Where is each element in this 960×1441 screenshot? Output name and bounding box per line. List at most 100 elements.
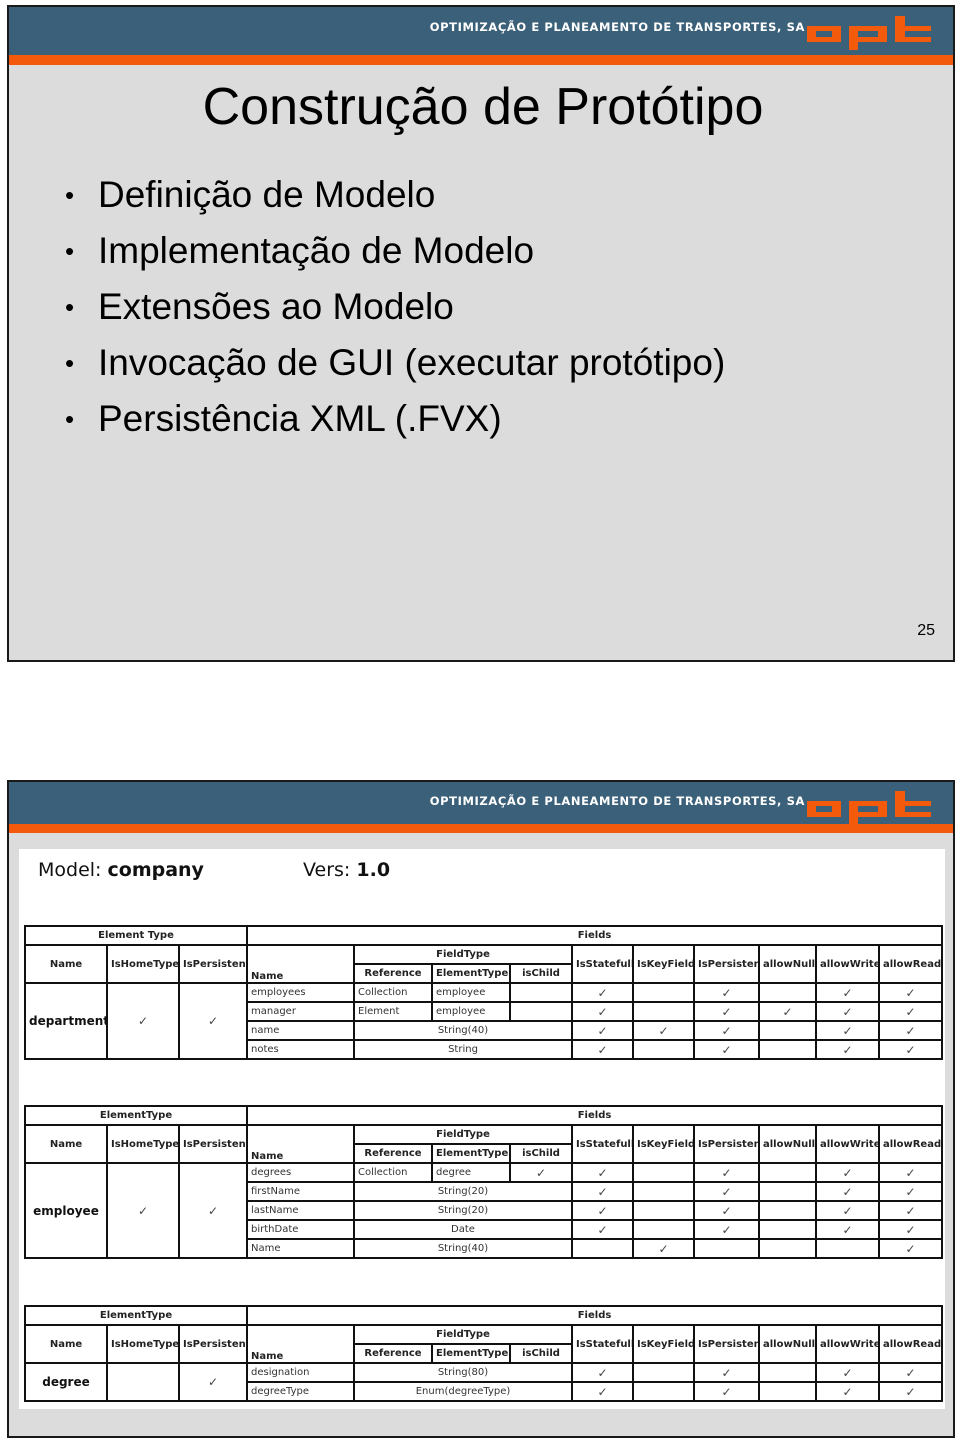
check-icon: ✓ xyxy=(597,1384,608,1399)
check-icon: ✓ xyxy=(905,1203,916,1218)
col-header-field-name: Name xyxy=(246,1124,355,1164)
check-icon: ✓ xyxy=(905,1222,916,1237)
model-label: Model: xyxy=(38,859,102,881)
allow-write-cell: ✓ xyxy=(815,1181,880,1202)
field-is-persistent-cell: ✓ xyxy=(693,1162,760,1183)
field-name: Name xyxy=(246,1238,355,1259)
col-header-field-is-persistent: IsPersistent xyxy=(693,944,760,984)
allow-write-cell: ✓ xyxy=(815,1200,880,1221)
header-banner: OPTIMIZAÇÃO E PLANEAMENTO DE TRANSPORTES… xyxy=(9,7,953,55)
col-header-is-key-field: IsKeyField xyxy=(632,1324,695,1364)
version-heading: Vers: 1.0 xyxy=(303,859,390,881)
field-is-persistent-cell: ✓ xyxy=(693,982,760,1003)
bullet-list: Definição de Modelo Implementação de Mod… xyxy=(65,167,725,447)
check-icon: ✓ xyxy=(721,1004,732,1019)
field-name: firstName xyxy=(246,1181,355,1202)
col-header-is-statefull: IsStatefull xyxy=(571,1124,634,1164)
field-is-persistent-cell: ✓ xyxy=(693,1001,760,1022)
allow-null-cell xyxy=(758,1020,817,1041)
header-banner: OPTIMIZAÇÃO E PLANEAMENTO DE TRANSPORTES… xyxy=(9,782,953,825)
is-statefull-cell: ✓ xyxy=(571,1020,634,1041)
col-header-allow-read: allowRead xyxy=(877,1324,944,1364)
field-is-persistent-cell xyxy=(693,1238,760,1259)
col-header-element-type: ElementType xyxy=(431,1343,511,1364)
col-header-field-is-persistent: IsPersistent xyxy=(693,1124,760,1164)
element-name: department xyxy=(24,982,108,1060)
fields-group-header: Fields xyxy=(245,1305,944,1326)
allow-null-cell xyxy=(758,982,817,1003)
check-icon: ✓ xyxy=(721,1184,732,1199)
group-header-row: ElementType Fields xyxy=(24,1105,944,1126)
element-table-employee: ElementType Fields Name IsHomeType IsPersist… xyxy=(24,1105,944,1259)
check-icon: ✓ xyxy=(597,1365,608,1380)
group-header-row: Element Type Fields xyxy=(24,925,944,946)
allow-null-cell xyxy=(758,1039,817,1060)
check-icon: ✓ xyxy=(597,1203,608,1218)
check-icon: ✓ xyxy=(721,1165,732,1180)
check-icon: ✓ xyxy=(658,1023,669,1038)
allow-write-cell: ✓ xyxy=(815,1162,880,1183)
field-is-persistent-cell: ✓ xyxy=(693,1020,760,1041)
col-header-is-child: isChild xyxy=(509,1143,573,1164)
check-icon: ✓ xyxy=(207,1014,219,1028)
check-icon: ✓ xyxy=(905,1365,916,1380)
element-name: employee xyxy=(24,1162,108,1259)
field-is-persistent-cell: ✓ xyxy=(693,1200,760,1221)
allow-null-cell xyxy=(758,1238,817,1259)
col-header-is-statefull: IsStatefull xyxy=(571,1324,634,1364)
element-table-degree: ElementType Fields Name IsHomeType IsPersist… xyxy=(24,1305,944,1402)
field-element-type: employee xyxy=(431,1001,511,1022)
field-type: String xyxy=(353,1039,573,1060)
field-name: name xyxy=(246,1020,355,1041)
col-header-field-name: Name xyxy=(246,1324,355,1364)
field-type: String(40) xyxy=(353,1020,573,1041)
check-icon: ✓ xyxy=(597,1222,608,1237)
check-icon: ✓ xyxy=(842,1165,853,1180)
field-element-type: degree xyxy=(431,1162,511,1183)
field-is-persistent-cell: ✓ xyxy=(693,1181,760,1202)
col-header-field-name: Name xyxy=(246,944,355,984)
bullet-item: Invocação de GUI (executar protótipo) xyxy=(65,335,725,391)
allow-write-cell: ✓ xyxy=(815,1219,880,1240)
element-type-group-header: Element Type xyxy=(24,925,248,946)
check-icon: ✓ xyxy=(905,1241,916,1256)
col-header-allow-write: allowWrite xyxy=(815,1124,880,1164)
opt-logo-icon xyxy=(807,791,931,825)
model-document: Model: company Vers: 1.0 Element Type Fie… xyxy=(19,849,945,1409)
col-header-reference: Reference xyxy=(353,963,433,984)
allow-read-cell: ✓ xyxy=(877,1039,944,1060)
model-name: company xyxy=(107,859,204,881)
check-icon: ✓ xyxy=(597,1042,608,1057)
col-header-field-type: FieldType xyxy=(353,1124,573,1145)
field-row: degree ✓ designation String(80) ✓ ✓ ✓ ✓ xyxy=(24,1362,944,1402)
is-statefull-cell: ✓ xyxy=(571,1381,634,1402)
version-label: Vers: xyxy=(303,859,351,881)
field-name: manager xyxy=(246,1001,355,1022)
field-is-persistent-cell: ✓ xyxy=(693,1362,760,1383)
check-icon: ✓ xyxy=(721,1365,732,1380)
col-header-field-is-persistent: IsPersistent xyxy=(693,1324,760,1364)
is-key-field-cell xyxy=(632,1200,695,1221)
allow-read-cell: ✓ xyxy=(877,1238,944,1259)
allow-read-cell: ✓ xyxy=(877,1020,944,1041)
field-type: String(40) xyxy=(353,1238,573,1259)
is-key-field-cell: ✓ xyxy=(632,1020,695,1041)
model-heading: Model: company xyxy=(38,859,204,881)
is-statefull-cell: ✓ xyxy=(571,1039,634,1060)
allow-write-cell: ✓ xyxy=(815,982,880,1003)
check-icon: ✓ xyxy=(597,1165,608,1180)
check-icon: ✓ xyxy=(597,1184,608,1199)
is-statefull-cell: ✓ xyxy=(571,1181,634,1202)
col-header-allow-read: allowRead xyxy=(877,1124,944,1164)
allow-read-cell: ✓ xyxy=(877,1162,944,1183)
field-type: String(20) xyxy=(353,1200,573,1221)
group-header-row: ElementType Fields xyxy=(24,1305,944,1326)
col-header-allow-read: allowRead xyxy=(877,944,944,984)
is-persistent-cell: ✓ xyxy=(178,1362,248,1402)
field-type: String(20) xyxy=(353,1181,573,1202)
allow-read-cell: ✓ xyxy=(877,1381,944,1402)
check-icon: ✓ xyxy=(597,1023,608,1038)
element-type-group-header: ElementType xyxy=(24,1105,248,1126)
col-header-is-home-type: IsHomeType xyxy=(106,1324,180,1364)
element-name: degree xyxy=(24,1362,108,1402)
